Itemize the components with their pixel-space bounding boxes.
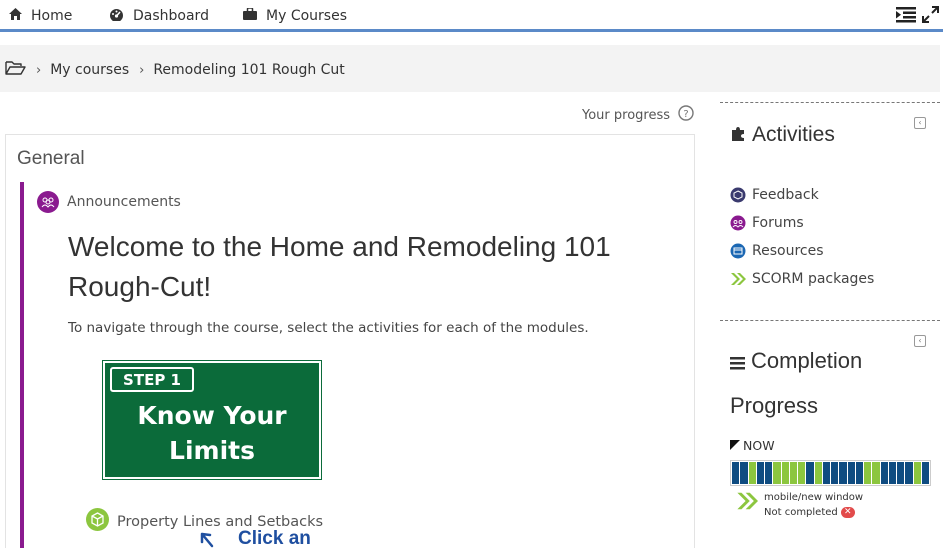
nav-dashboard[interactable]: Dashboard: [109, 7, 209, 25]
svg-text:?: ?: [683, 109, 688, 120]
progress-item-name: mobile/new window: [764, 492, 864, 503]
activity-forums-label: Forums: [752, 215, 804, 231]
progress-bar-cell[interactable]: [888, 462, 896, 484]
top-navbar: Home Dashboard My Courses: [0, 0, 943, 32]
forums-icon: [730, 215, 746, 231]
progress-bar-cell[interactable]: [773, 462, 781, 484]
know-your-limits-sign-image: STEP 1 Know Your Limits: [102, 360, 322, 480]
breadcrumb-current-course[interactable]: Remodeling 101 Rough Cut: [153, 62, 344, 78]
nav-home[interactable]: Home: [9, 7, 72, 25]
completion-title-line2: Progress: [730, 392, 819, 418]
scorm-icon: [736, 490, 758, 516]
not-completed-icon: ✕: [840, 506, 855, 518]
activities-block-title: Activities: [730, 123, 835, 147]
nav-my-courses-label: My Courses: [266, 8, 347, 24]
progress-item-status: Not completed: [764, 507, 838, 518]
progress-bar-cell[interactable]: [864, 462, 872, 484]
nav-home-label: Home: [31, 8, 73, 24]
progress-bar-cell[interactable]: [847, 462, 855, 484]
progress-bar-cell[interactable]: [913, 462, 921, 484]
breadcrumb-bar: › My courses › Remodeling 101 Rough Cut: [0, 45, 940, 92]
resources-icon: [730, 243, 746, 259]
scorm-cube-icon: [86, 508, 109, 535]
your-progress: Your progress ?: [582, 105, 694, 125]
dashboard-icon: [109, 8, 124, 25]
progress-bar-cell[interactable]: [872, 462, 880, 484]
announcements-link[interactable]: Announcements: [37, 191, 181, 213]
folder-open-icon[interactable]: [5, 60, 26, 80]
sign-step-text: STEP 1: [123, 371, 181, 389]
activities-list: Feedback Forums Resources SCORM packages: [730, 181, 874, 293]
list-icon: [730, 341, 745, 384]
progress-bar-cell[interactable]: [732, 462, 740, 484]
puzzle-icon: [730, 123, 746, 147]
sign-line1-text: Know Your: [137, 401, 287, 430]
progress-bar-cell[interactable]: [855, 462, 863, 484]
collapse-block-icon[interactable]: ‹: [914, 117, 926, 129]
progress-bar-cell[interactable]: [748, 462, 756, 484]
activity-forums[interactable]: Forums: [730, 209, 874, 237]
fullscreen-icon[interactable]: [922, 6, 939, 27]
now-marker-icon: [730, 438, 740, 453]
progress-bar-cell[interactable]: [798, 462, 806, 484]
nav-my-courses[interactable]: My Courses: [243, 7, 347, 25]
progress-bar-cell[interactable]: [880, 462, 888, 484]
section-title: General: [17, 148, 85, 169]
chevron-right-icon: ›: [139, 62, 145, 78]
toggle-drawer-icon[interactable]: [896, 6, 916, 27]
instructions-text: To navigate through the course, select t…: [68, 320, 589, 336]
click-an-graphic: Click an: [190, 524, 350, 548]
activity-resources-label: Resources: [752, 243, 824, 259]
breadcrumb-my-courses[interactable]: My courses: [50, 62, 129, 78]
briefcase-icon: [243, 7, 257, 24]
feedback-icon: [730, 187, 746, 203]
forum-icon: [37, 191, 59, 213]
progress-bar-cell[interactable]: [814, 462, 822, 484]
your-progress-label: Your progress: [582, 107, 671, 123]
activity-resources[interactable]: Resources: [730, 237, 874, 265]
help-icon[interactable]: ?: [678, 105, 694, 125]
activity-scorm[interactable]: SCORM packages: [730, 265, 874, 293]
nav-dashboard-label: Dashboard: [133, 8, 209, 24]
section-general: General Announcements Welcome to the Hom…: [5, 134, 695, 548]
progress-bar-cell[interactable]: [781, 462, 789, 484]
progress-bar-cell[interactable]: [839, 462, 847, 484]
progress-bar-cell[interactable]: [740, 462, 748, 484]
activities-title-text: Activities: [752, 123, 835, 146]
sign-line2-text: Limits: [169, 436, 255, 465]
click-an-text: Click an: [238, 528, 311, 548]
progress-item-info: mobile/new window Not completed ✕: [736, 490, 863, 520]
activity-scorm-label: SCORM packages: [752, 271, 875, 287]
now-label: NOW: [743, 438, 775, 453]
home-icon: [9, 8, 22, 24]
welcome-heading: Welcome to the Home and Remodeling 101 R…: [68, 231, 611, 302]
completion-progress-bar: [730, 460, 931, 486]
progress-bar-cell[interactable]: [831, 462, 839, 484]
now-indicator: NOW: [730, 438, 775, 453]
completion-progress-block: ‹ Completion Progress NOW mobile/new win…: [720, 320, 940, 548]
progress-bar-cell[interactable]: [822, 462, 830, 484]
progress-bar-cell[interactable]: [905, 462, 913, 484]
progress-bar-cell[interactable]: [806, 462, 814, 484]
progress-bar-cell[interactable]: [897, 462, 905, 484]
section-summary: Announcements Welcome to the Home and Re…: [20, 182, 690, 548]
activity-feedback-label: Feedback: [752, 187, 819, 203]
activities-block: ‹ Activities Feedback Forums Resources S…: [720, 102, 940, 314]
progress-bar-cell[interactable]: [756, 462, 764, 484]
breadcrumb: › My courses › Remodeling 101 Rough Cut: [5, 60, 345, 80]
chevron-right-icon: ›: [36, 62, 42, 78]
scorm-icon: [730, 271, 746, 287]
progress-bar-cell[interactable]: [789, 462, 797, 484]
activity-feedback[interactable]: Feedback: [730, 181, 874, 209]
completion-title-line1: Completion: [751, 348, 863, 373]
progress-bar-cell[interactable]: [765, 462, 773, 484]
announcements-label: Announcements: [67, 194, 181, 210]
completion-block-title: Completion Progress: [730, 339, 930, 427]
progress-bar-cell[interactable]: [921, 462, 929, 484]
